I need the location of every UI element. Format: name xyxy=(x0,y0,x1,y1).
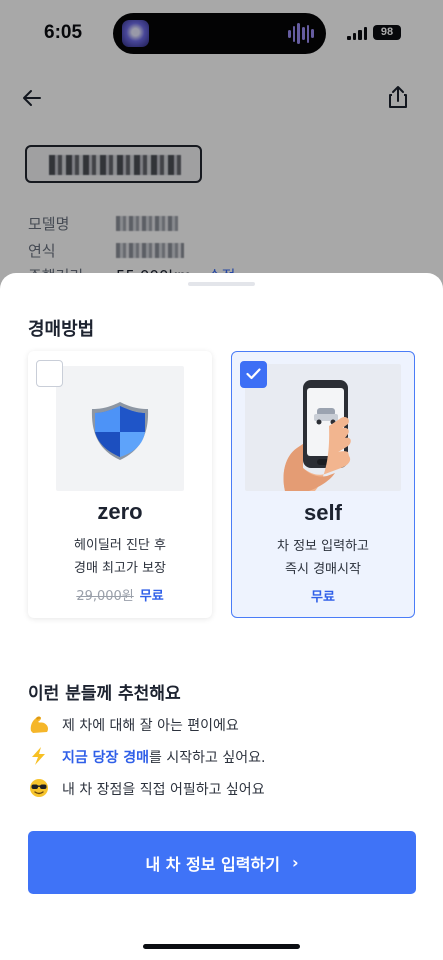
recommend-title: 이런 분들께 추천해요 xyxy=(28,684,181,704)
free-label: 무료 xyxy=(311,590,335,605)
recommend-item: 제 차에 대해 잘 아는 편이에요 xyxy=(28,715,239,736)
hand-phone-icon xyxy=(283,380,351,491)
sunglasses-face-icon xyxy=(28,778,52,798)
recommend-item: 지금 당장 경매를 시작하고 싶어요. xyxy=(28,747,265,768)
option-checkbox-zero[interactable] xyxy=(36,360,63,387)
option-price: 29,000원 무료 xyxy=(28,585,212,604)
original-price: 29,000원 xyxy=(76,589,134,604)
option-desc-line2: 즉시 경매시작 xyxy=(285,562,361,577)
free-label: 무료 xyxy=(139,589,164,604)
section-title: 경매방법 xyxy=(28,319,95,340)
flexed-arm-icon xyxy=(28,714,52,734)
option-card-self[interactable]: self 차 정보 입력하고 즉시 경매시작 무료 xyxy=(231,351,415,618)
option-checkbox-self[interactable] xyxy=(240,361,267,388)
checkmark-icon xyxy=(246,368,261,380)
lightning-icon xyxy=(28,746,52,766)
chevron-right-icon: › xyxy=(291,853,299,872)
option-name: self xyxy=(304,500,342,525)
shield-icon xyxy=(91,402,149,460)
option-desc-line2: 경매 최고가 보장 xyxy=(74,561,166,576)
recommend-item: 내 차 장점을 직접 어필하고 싶어요 xyxy=(28,779,265,800)
option-price: 무료 xyxy=(232,586,414,605)
option-card-zero[interactable]: zero 헤이딜러 진단 후 경매 최고가 보장 29,000원 무료 xyxy=(28,351,212,618)
option-desc-line1: 헤이딜러 진단 후 xyxy=(74,538,166,553)
auction-method-sheet: 경매방법 zero 헤이딜러 진단 후 경매 최고가 보장 29,000원 무료 xyxy=(0,273,443,960)
sheet-grabber[interactable] xyxy=(188,282,255,286)
option-name: zero xyxy=(97,499,143,524)
option-desc-line1: 차 정보 입력하고 xyxy=(277,539,369,554)
enter-car-info-button[interactable]: 내 차 정보 입력하기 › xyxy=(28,831,416,894)
home-indicator xyxy=(143,944,300,949)
option-image-zero xyxy=(56,366,184,491)
option-image-self xyxy=(245,364,401,491)
